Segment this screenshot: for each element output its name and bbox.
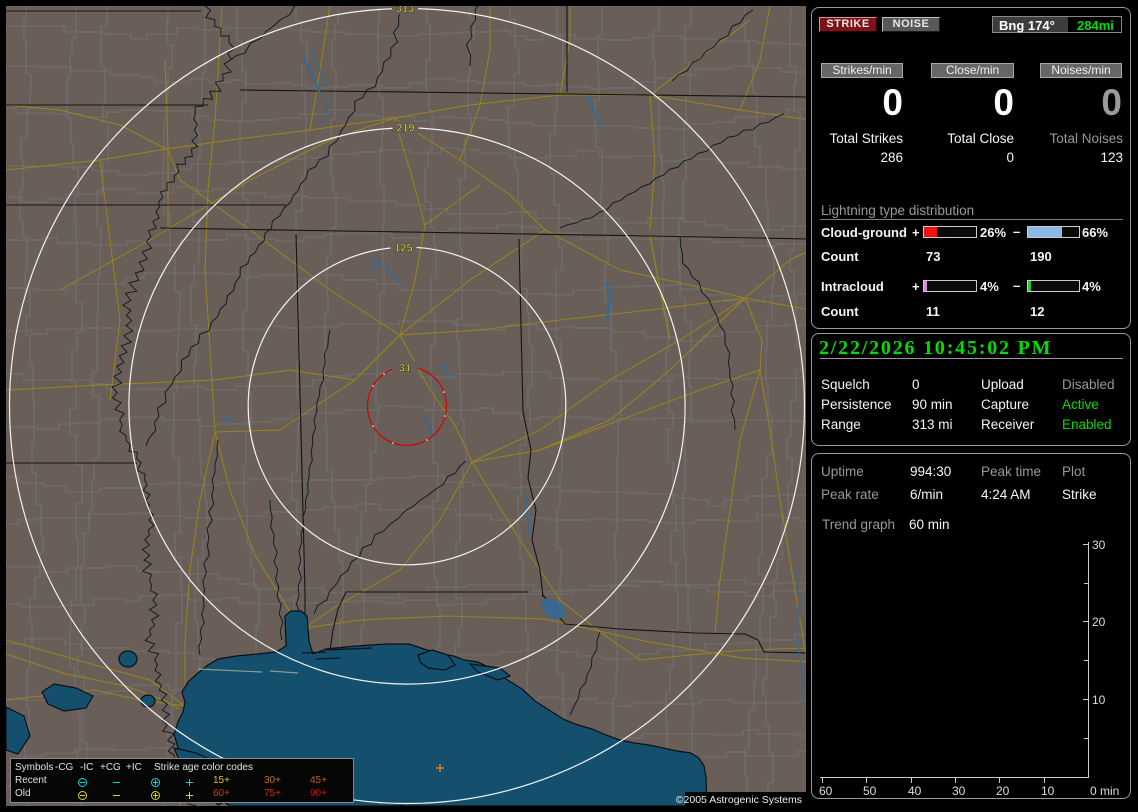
svg-text:31: 31 <box>399 363 411 375</box>
svg-text:125: 125 <box>394 243 412 255</box>
svg-text:©2005 Astrogenic Systems: ©2005 Astrogenic Systems <box>676 794 802 806</box>
svg-text:313: 313 <box>396 6 414 15</box>
svg-text:219: 219 <box>396 123 414 135</box>
